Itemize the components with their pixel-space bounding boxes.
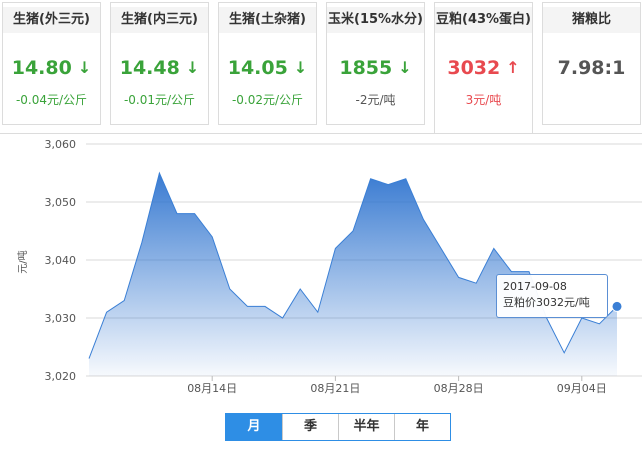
y-axis-label: 元/吨 [16, 250, 29, 273]
card-price: 1855 ↓ [327, 57, 424, 79]
card-price: 14.80 ↓ [3, 57, 100, 79]
card-title: 玉米(15%水分) [327, 7, 424, 33]
card-pig-inner[interactable]: 生猪(内三元) 14.48 ↓ -0.01元/公斤 [110, 2, 209, 125]
arrow-down-icon: ↓ [293, 58, 308, 77]
card-title: 豆粕(43%蛋白) [435, 7, 532, 33]
chart-area: 3,020 3,030 3,040 3,050 3,060 08月14日 08月21日 08… [0, 133, 642, 451]
card-change: 3元/吨 [465, 93, 502, 107]
card-title: 生猪(内三元) [111, 7, 208, 33]
card-corn[interactable]: 玉米(15%水分) 1855 ↓ -2元/吨 [326, 2, 425, 125]
arrow-down-icon: ↓ [77, 58, 92, 77]
card-price: 14.05 ↓ [219, 57, 316, 79]
card-soymeal[interactable]: 豆粕(43%蛋白) 3032 ↑ 3元/吨 [434, 2, 533, 134]
y-tick-label: 3,020 [45, 370, 77, 383]
price-value: 14.80 [11, 57, 72, 79]
y-tick-labels: 3,020 3,030 3,040 3,050 3,060 [45, 138, 77, 383]
tab-quarter[interactable]: 季 [282, 414, 338, 440]
arrow-up-icon: ↑ [506, 58, 520, 77]
tooltip: 2017-09-08 豆粕价3032元/吨 [496, 274, 608, 318]
price-cards: 生猪(外三元) 14.80 ↓ -0.04元/公斤 生猪(内三元) 14.48 ↓ … [0, 0, 642, 134]
range-tabs: 月 季 半年 年 [225, 413, 451, 441]
card-change: -0.01元/公斤 [123, 93, 196, 107]
card-pig-grain-ratio[interactable]: 猪粮比 7.98:1 [542, 2, 641, 125]
price-value: 3032 [447, 57, 501, 79]
price-value: 14.05 [227, 57, 288, 79]
y-tick-label: 3,060 [45, 138, 77, 151]
card-price: 14.48 ↓ [111, 57, 208, 79]
card-change: -2元/吨 [355, 93, 396, 107]
arrow-down-icon: ↓ [398, 58, 412, 77]
tooltip-text: 豆粕价3032元/吨 [503, 296, 590, 309]
x-tick-label: 08月21日 [310, 382, 360, 395]
y-tick-label: 3,030 [45, 312, 77, 325]
x-tick-label: 08月14日 [187, 382, 237, 395]
price-value: 14.48 [119, 57, 180, 79]
tab-month[interactable]: 月 [226, 414, 282, 440]
tab-year[interactable]: 年 [394, 414, 450, 440]
card-change: -0.04元/公斤 [15, 93, 88, 107]
card-title: 生猪(外三元) [3, 7, 100, 33]
card-price: 3032 ↑ [435, 57, 532, 79]
arrow-down-icon: ↓ [185, 58, 200, 77]
x-tick-label: 08月28日 [434, 382, 484, 395]
highlight-point[interactable] [611, 300, 623, 312]
card-pig-outer[interactable]: 生猪(外三元) 14.80 ↓ -0.04元/公斤 [2, 2, 101, 125]
x-tick-labels: 08月14日 08月21日 08月28日 09月04日 [187, 376, 607, 395]
x-tick-label: 09月04日 [557, 382, 607, 395]
card-price: 7.98:1 [543, 57, 640, 79]
y-tick-label: 3,040 [45, 254, 77, 267]
price-value: 7.98:1 [557, 57, 626, 79]
tooltip-date: 2017-09-08 [503, 280, 567, 293]
card-title: 生猪(土杂猪) [219, 7, 316, 33]
price-value: 1855 [339, 57, 393, 79]
card-pig-local[interactable]: 生猪(土杂猪) 14.05 ↓ -0.02元/公斤 [218, 2, 317, 125]
tab-half-year[interactable]: 半年 [338, 414, 394, 440]
y-tick-label: 3,050 [45, 196, 77, 209]
card-title: 猪粮比 [543, 7, 640, 33]
card-change: -0.02元/公斤 [231, 93, 304, 107]
